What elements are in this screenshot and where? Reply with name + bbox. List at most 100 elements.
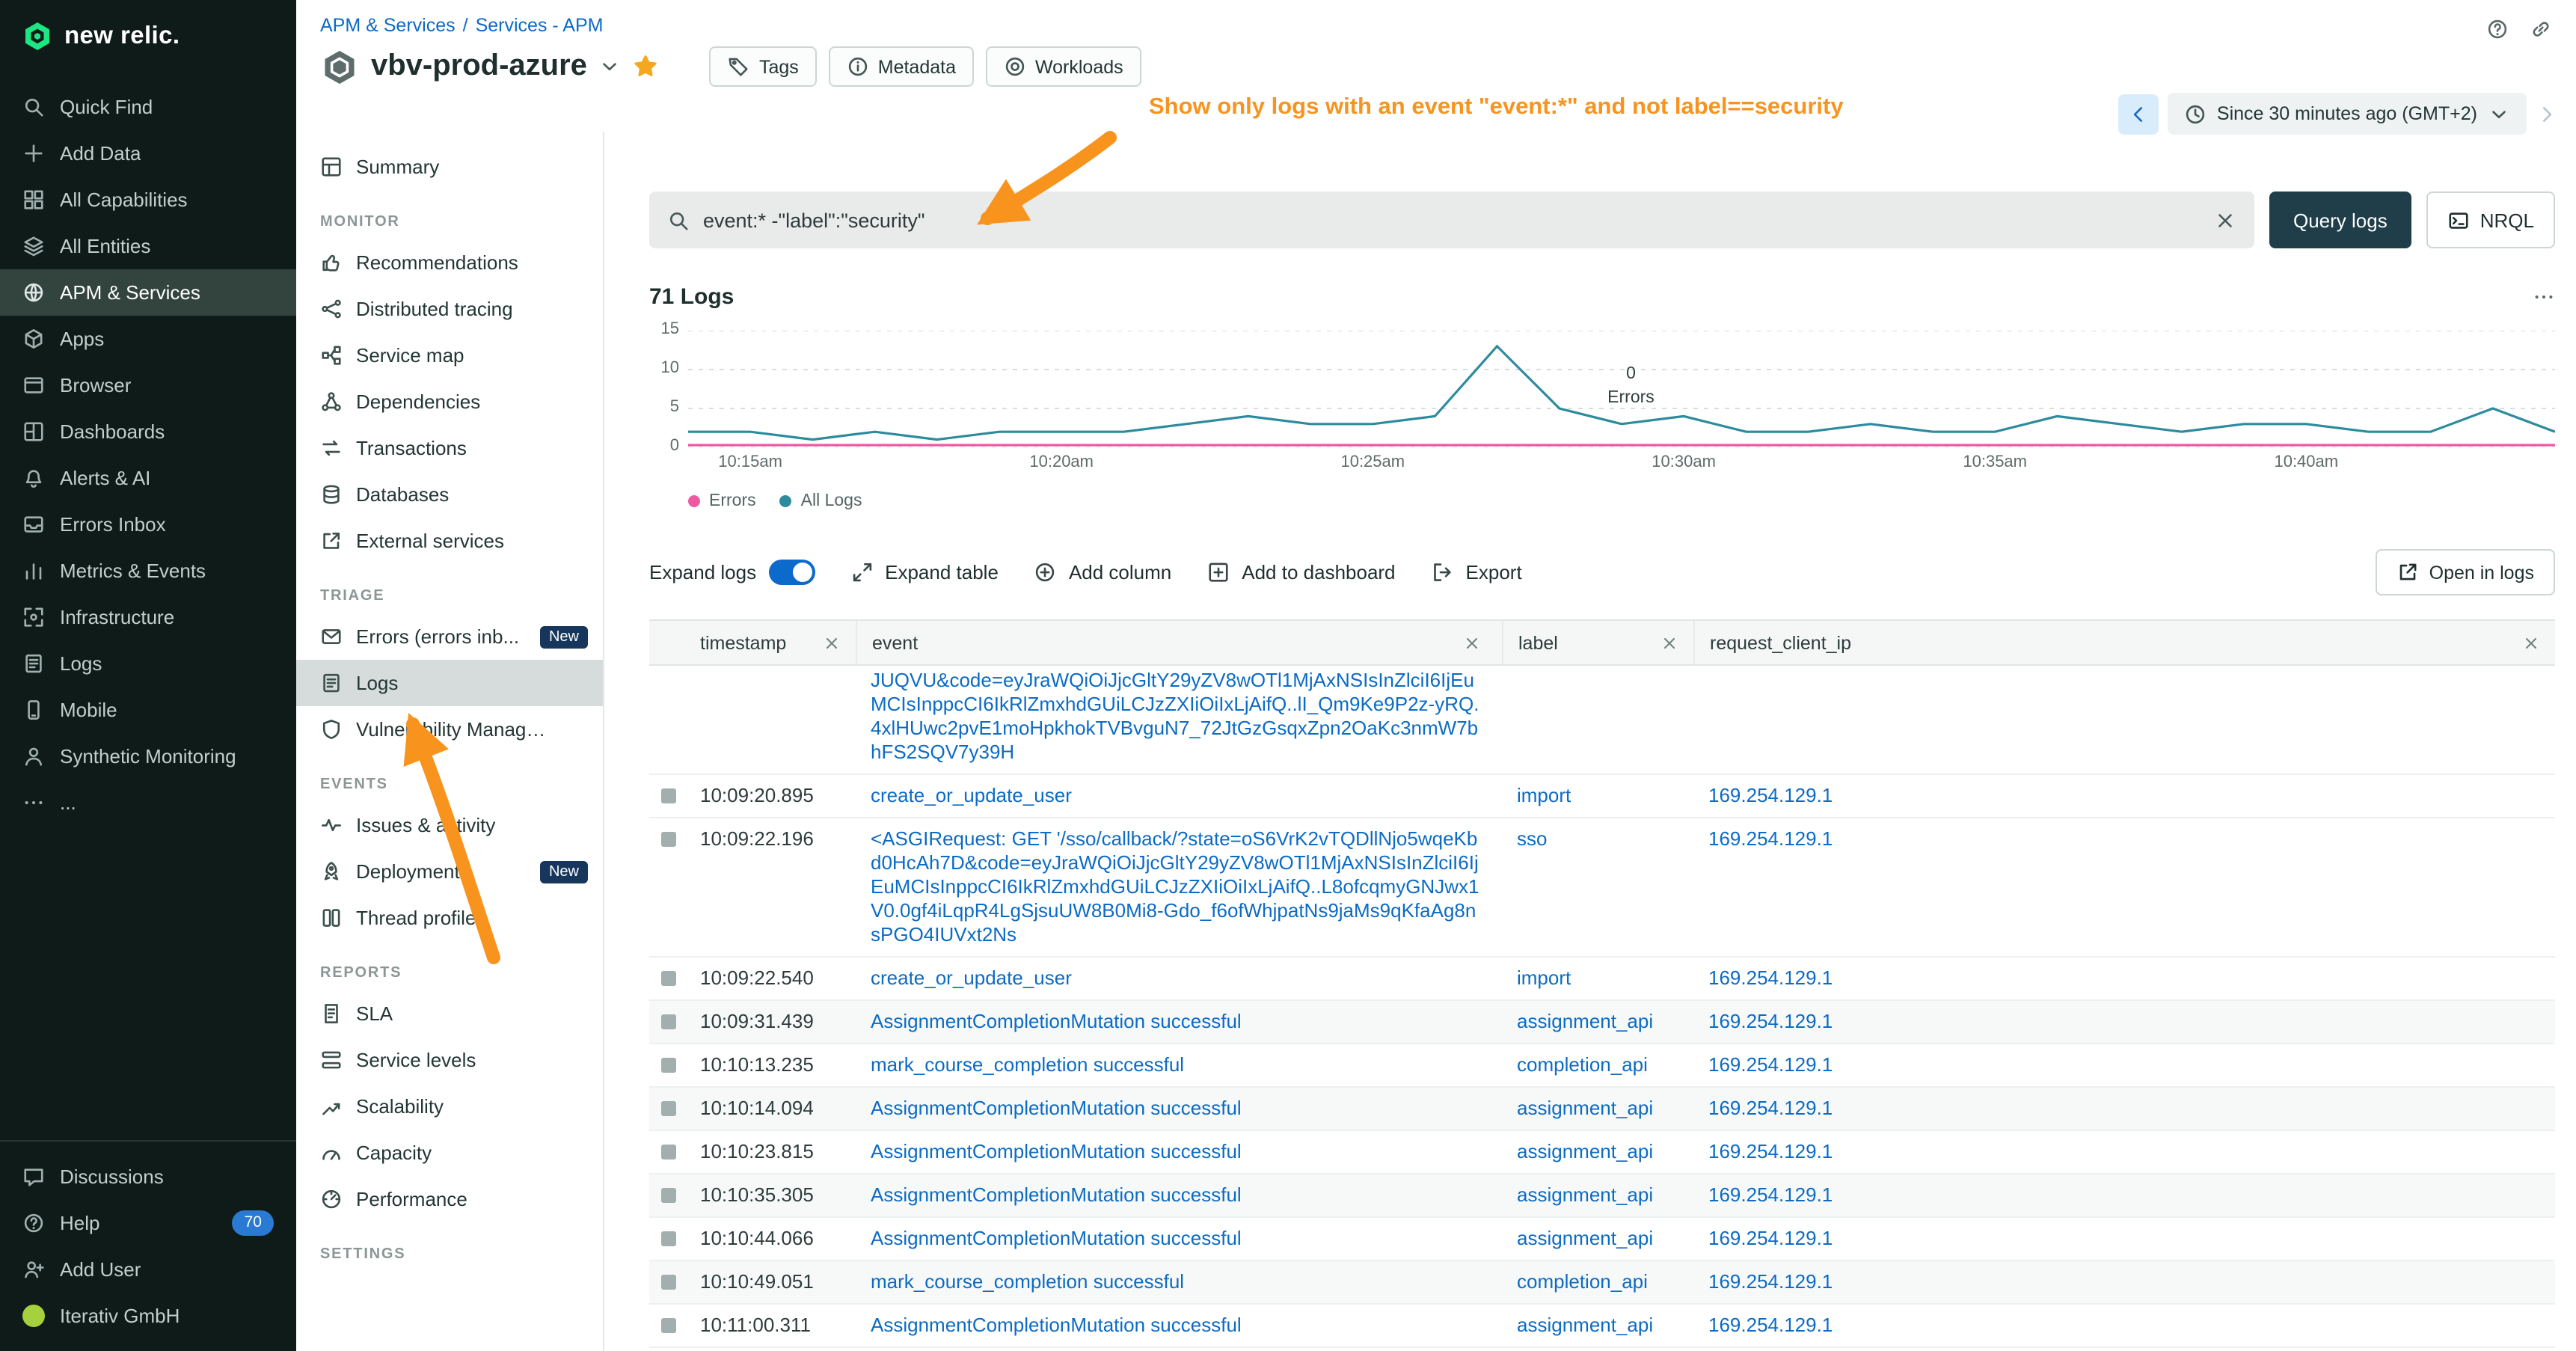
event-link[interactable]: JUQVU&code=eyJraWQiOiJjcGltY29yZV8wOTl1M… <box>871 669 1479 763</box>
sidebar-item-discussions[interactable]: Discussions <box>0 1154 296 1200</box>
ip-link[interactable]: 169.254.129.1 <box>1708 827 1833 850</box>
subnav-item-errors-errors-inb[interactable]: Errors (errors inb...New <box>296 613 603 660</box>
event-link[interactable]: create_or_update_user <box>871 966 1072 989</box>
permalink-icon[interactable] <box>2530 18 2552 40</box>
sidebar-item-dashboards[interactable]: Dashboards <box>0 408 296 455</box>
table-row[interactable]: 10:10:35.305AssignmentCompletionMutation… <box>649 1174 2555 1218</box>
subnav-item-vulnerability-management[interactable]: Vulnerability Management <box>296 706 603 753</box>
table-row[interactable]: 10:10:14.094AssignmentCompletionMutation… <box>649 1088 2555 1131</box>
event-link[interactable]: create_or_update_user <box>871 784 1072 806</box>
more-menu-icon[interactable] <box>2533 286 2555 308</box>
event-link[interactable]: AssignmentCompletionMutation successful <box>871 1314 1242 1336</box>
sidebar-item-quick-find[interactable]: Quick Find <box>0 84 296 130</box>
label-link[interactable]: assignment_api <box>1517 1183 1653 1206</box>
event-link[interactable]: <ASGIRequest: GET '/sso/callback/?state=… <box>871 827 1479 946</box>
column-header-event[interactable]: event <box>856 621 1502 664</box>
table-row[interactable]: 10:09:20.895create_or_update_userimport1… <box>649 775 2555 818</box>
event-link[interactable]: AssignmentCompletionMutation successful <box>871 1140 1242 1162</box>
label-link[interactable]: assignment_api <box>1517 1314 1653 1336</box>
time-forward-button[interactable] <box>2536 102 2558 125</box>
entity-chevron-down-icon[interactable] <box>599 55 622 78</box>
ip-link[interactable]: 169.254.129.1 <box>1708 1270 1833 1293</box>
clear-query-icon[interactable] <box>2214 209 2236 231</box>
column-header-label[interactable]: label <box>1502 621 1693 664</box>
sidebar-item-help[interactable]: Help70 <box>0 1200 296 1246</box>
favorite-star-icon[interactable] <box>634 54 659 79</box>
column-header-request-client-ip[interactable]: request_client_ip <box>1693 621 2555 664</box>
legend-item-errors[interactable]: Errors <box>688 492 756 510</box>
sidebar-item-metrics-events[interactable]: Metrics & Events <box>0 548 296 594</box>
time-picker[interactable]: Since 30 minutes ago (GMT+2) <box>2168 93 2527 135</box>
sidebar-item-iterativ-gmbh[interactable]: Iterativ GmbH <box>0 1293 296 1339</box>
subnav-item-deployments[interactable]: DeploymentsNew <box>296 848 603 895</box>
expand-logs-toggle[interactable]: Expand logs <box>649 560 815 585</box>
remove-column-icon[interactable] <box>2522 634 2540 652</box>
ip-link[interactable]: 169.254.129.1 <box>1708 1010 1833 1032</box>
ip-link[interactable]: 169.254.129.1 <box>1708 784 1833 806</box>
expand-table-button[interactable]: Expand table <box>850 561 999 583</box>
table-row[interactable]: 10:10:13.235mark_course_completion succe… <box>649 1044 2555 1088</box>
event-link[interactable]: AssignmentCompletionMutation successful <box>871 1227 1242 1249</box>
remove-column-icon[interactable] <box>823 634 841 652</box>
add-to-dashboard-button[interactable]: Add to dashboard <box>1207 561 1395 583</box>
row-checkbox[interactable] <box>661 1231 676 1246</box>
subnav-item-scalability[interactable]: Scalability <box>296 1083 603 1130</box>
table-row[interactable]: 10:10:44.066AssignmentCompletionMutation… <box>649 1218 2555 1261</box>
row-checkbox[interactable] <box>661 1318 676 1333</box>
row-checkbox[interactable] <box>661 832 676 847</box>
legend-item-all-logs[interactable]: All Logs <box>780 492 862 510</box>
row-checkbox[interactable] <box>661 1101 676 1116</box>
subnav-item-thread-profiler[interactable]: Thread profiler <box>296 895 603 941</box>
tags-chip[interactable]: Tags <box>710 46 817 87</box>
event-link[interactable]: mark_course_completion successful <box>871 1270 1184 1293</box>
subnav-item-external-services[interactable]: External services <box>296 518 603 564</box>
sidebar-item-all-entities[interactable]: All Entities <box>0 223 296 269</box>
row-checkbox[interactable] <box>661 788 676 803</box>
subnav-item-transactions[interactable]: Transactions <box>296 425 603 471</box>
sidebar-item-apps[interactable]: Apps <box>0 316 296 362</box>
label-link[interactable]: import <box>1517 966 1571 989</box>
sidebar-item-alerts-ai[interactable]: Alerts & AI <box>0 455 296 501</box>
subnav-item-capacity[interactable]: Capacity <box>296 1130 603 1176</box>
column-header-timestamp[interactable]: timestamp <box>688 621 856 664</box>
subnav-item-dependencies[interactable]: Dependencies <box>296 379 603 425</box>
event-link[interactable]: AssignmentCompletionMutation successful <box>871 1010 1242 1032</box>
row-checkbox[interactable] <box>661 971 676 986</box>
sidebar-item-add-user[interactable]: Add User <box>0 1246 296 1293</box>
export-button[interactable]: Export <box>1432 561 1522 583</box>
ip-link[interactable]: 169.254.129.1 <box>1708 1097 1833 1119</box>
label-link[interactable]: completion_api <box>1517 1270 1648 1293</box>
row-checkbox[interactable] <box>661 1275 676 1290</box>
label-link[interactable]: sso <box>1517 827 1547 850</box>
table-row[interactable]: 10:09:22.196<ASGIRequest: GET '/sso/call… <box>649 818 2555 958</box>
brand[interactable]: new relic. <box>0 0 296 72</box>
label-link[interactable]: completion_api <box>1517 1053 1648 1076</box>
remove-column-icon[interactable] <box>1463 634 1481 652</box>
subnav-item-recommendations[interactable]: Recommendations <box>296 239 603 286</box>
workloads-chip[interactable]: Workloads <box>986 46 1141 87</box>
subnav-item-service-map[interactable]: Service map <box>296 332 603 379</box>
ip-link[interactable]: 169.254.129.1 <box>1708 1140 1833 1162</box>
event-link[interactable]: AssignmentCompletionMutation successful <box>871 1097 1242 1119</box>
sidebar-item-apm-services[interactable]: APM & Services <box>0 269 296 316</box>
subnav-item-logs[interactable]: Logs <box>296 660 603 706</box>
metadata-chip[interactable]: Metadata <box>829 46 974 87</box>
ip-link[interactable]: 169.254.129.1 <box>1708 1314 1833 1336</box>
row-checkbox[interactable] <box>661 1145 676 1159</box>
event-link[interactable]: mark_course_completion successful <box>871 1053 1184 1076</box>
label-link[interactable]: assignment_api <box>1517 1097 1653 1119</box>
sidebar-item-mobile[interactable]: Mobile <box>0 687 296 733</box>
table-row[interactable]: 10:09:22.540create_or_update_userimport1… <box>649 958 2555 1001</box>
subnav-item-distributed-tracing[interactable]: Distributed tracing <box>296 286 603 332</box>
subnav-item-issues-activity[interactable]: Issues & activity <box>296 802 603 848</box>
sidebar-item-infrastructure[interactable]: Infrastructure <box>0 594 296 640</box>
toggle-on-icon[interactable] <box>768 560 815 585</box>
nrql-button[interactable]: NRQL <box>2426 192 2555 248</box>
sidebar-item-browser[interactable]: Browser <box>0 362 296 408</box>
label-link[interactable]: assignment_api <box>1517 1010 1653 1032</box>
subnav-item-performance[interactable]: Performance <box>296 1176 603 1222</box>
label-link[interactable]: import <box>1517 784 1571 806</box>
breadcrumb-services-apm[interactable]: Services - APM <box>476 15 604 36</box>
table-row[interactable]: 10:11:00.311AssignmentCompletionMutation… <box>649 1305 2555 1348</box>
row-checkbox[interactable] <box>661 1058 676 1073</box>
